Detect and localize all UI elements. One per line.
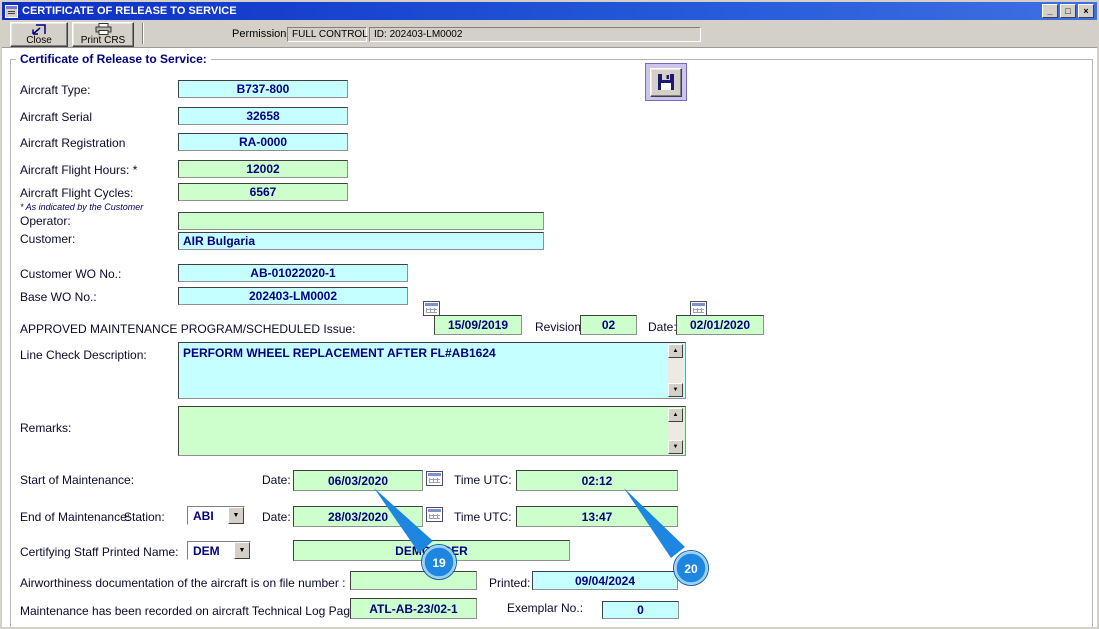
station-label: Station: [124,510,165,524]
app-window: CERTIFICATE OF RELEASE TO SERVICE _ □ × … [0,0,1099,629]
print-crs-label: Print CRS [80,35,126,46]
save-icon [656,72,676,92]
exemplar-field[interactable]: 0 [602,601,679,619]
base-wo-label: Base WO No.: [20,290,97,304]
scroll-down-icon[interactable]: ▼ [668,440,683,454]
amp-issue-field[interactable]: 15/09/2019 [434,315,522,335]
callout-20: 20 [624,488,709,586]
start-date-label: Date: [262,473,291,487]
window-title: CERTIFICATE OF RELEASE TO SERVICE [22,5,237,17]
line-check-textarea[interactable]: PERFORM WHEEL REPLACEMENT AFTER FL#AB162… [178,342,686,399]
amp-revision-field[interactable]: 02 [580,315,637,335]
customer-field[interactable]: AIR Bulgaria [178,232,544,250]
amp-label: APPROVED MAINTENANCE PROGRAM/SCHEDULED I… [20,322,356,336]
end-maintenance-label: End of Maintenance: [20,510,131,524]
aircraft-type-label: Aircraft Type: [20,83,91,97]
save-button[interactable] [650,67,682,97]
scroll-up-icon[interactable]: ▲ [668,344,683,358]
flight-cycles-field[interactable]: 6567 [178,183,348,201]
calendar-icon-grid [693,308,704,313]
start-maintenance-label: Start of Maintenance: [20,473,135,487]
close-button-label: Close [26,34,52,46]
calendar-icon[interactable] [423,301,440,316]
flight-cycles-label: Aircraft Flight Cycles: [20,186,134,200]
callout-20-pointer [624,488,685,558]
toolbar-separator [142,23,144,44]
callout-19-pointer [374,488,433,553]
line-check-text: PERFORM WHEEL REPLACEMENT AFTER FL#AB162… [183,346,496,360]
scroll-up-icon[interactable]: ▲ [668,408,683,422]
remarks-label: Remarks: [20,421,72,435]
callout-19: 19 [374,488,457,580]
aircraft-registration-field[interactable]: RA-0000 [178,133,348,151]
minimize-button[interactable]: _ [1042,4,1058,18]
tech-log-page-field[interactable]: ATL-AB-23/02-1 [350,598,477,619]
end-time-label: Time UTC: [454,510,512,524]
base-wo-field[interactable]: 202403-LM0002 [178,287,408,305]
title-bar: CERTIFICATE OF RELEASE TO SERVICE _ □ × [2,2,1097,20]
callout-19-number: 19 [432,556,446,570]
customer-label: Customer: [20,232,76,246]
start-time-label: Time UTC: [454,473,512,487]
id-label: ID: [374,29,387,40]
amp-date-field[interactable]: 02/01/2020 [676,315,764,335]
record-id-box: ID: 202403-LM0002 [369,27,701,42]
toolbar: Close Print CRS Permission: FULL CONTROL… [2,20,1097,48]
dropdown-arrow-icon[interactable]: ▼ [234,542,250,559]
group-title: Certificate of Release to Service: [16,52,211,66]
permission-label: Permission: [232,28,290,40]
airworthiness-label: Airworthiness documentation of the aircr… [20,576,346,590]
calendar-icon-header [425,303,438,306]
callout-20-number: 20 [684,562,698,576]
dropdown-arrow-icon[interactable]: ▼ [228,507,244,524]
tech-log-label: Maintenance has been recorded on aircraf… [20,604,361,618]
maximize-button[interactable]: □ [1060,4,1076,18]
print-crs-button[interactable]: Print CRS [72,22,134,47]
vertical-scrollbar[interactable]: ▲ ▼ [668,408,684,454]
permission-value-box: FULL CONTROL [287,27,368,42]
operator-label: Operator: [20,214,71,228]
save-button-panel [645,63,687,101]
station-value: ABI [193,508,214,523]
vertical-scrollbar[interactable]: ▲ ▼ [668,344,684,397]
certifying-code-dropdown[interactable]: DEM ▼ [187,541,251,560]
calendar-icon-header [428,473,441,476]
remarks-textarea[interactable]: ▲ ▼ [178,406,686,456]
exit-icon [31,23,47,35]
aircraft-serial-label: Aircraft Serial [20,110,93,124]
flight-hours-label: Aircraft Flight Hours: * [20,163,138,177]
station-dropdown[interactable]: ABI ▼ [187,506,245,525]
certifying-staff-label: Certifying Staff Printed Name: [20,545,179,559]
aircraft-type-field[interactable]: B737-800 [178,80,348,98]
line-check-label: Line Check Description: [20,348,147,362]
end-date-label: Date: [262,510,291,524]
flight-hours-field[interactable]: 12002 [178,160,348,178]
amp-revision-label: Revision: [535,320,585,334]
operator-field[interactable] [178,212,544,230]
exemplar-label: Exemplar No.: [507,601,584,615]
printer-icon [95,23,112,35]
aircraft-serial-field[interactable]: 32658 [178,107,348,125]
printed-label: Printed: [489,576,531,590]
customer-wo-label: Customer WO No.: [20,267,122,281]
amp-date-label: Date: [648,320,677,334]
calendar-icon-header [692,303,705,306]
certifying-code-value: DEM [193,543,220,558]
calendar-icon-grid [426,308,437,313]
close-window-button[interactable]: × [1078,4,1094,18]
window-controls: _ □ × [1042,4,1094,18]
app-icon [5,4,18,18]
id-value: 202403-LM0002 [389,29,463,40]
customer-wo-field[interactable]: AB-01022020-1 [178,264,408,282]
aircraft-registration-label: Aircraft Registration [20,136,126,150]
customer-footnote: * As indicated by the Customer [20,202,144,212]
scroll-down-icon[interactable]: ▼ [668,383,683,397]
calendar-icon[interactable] [690,301,707,316]
close-button[interactable]: Close [10,22,68,47]
